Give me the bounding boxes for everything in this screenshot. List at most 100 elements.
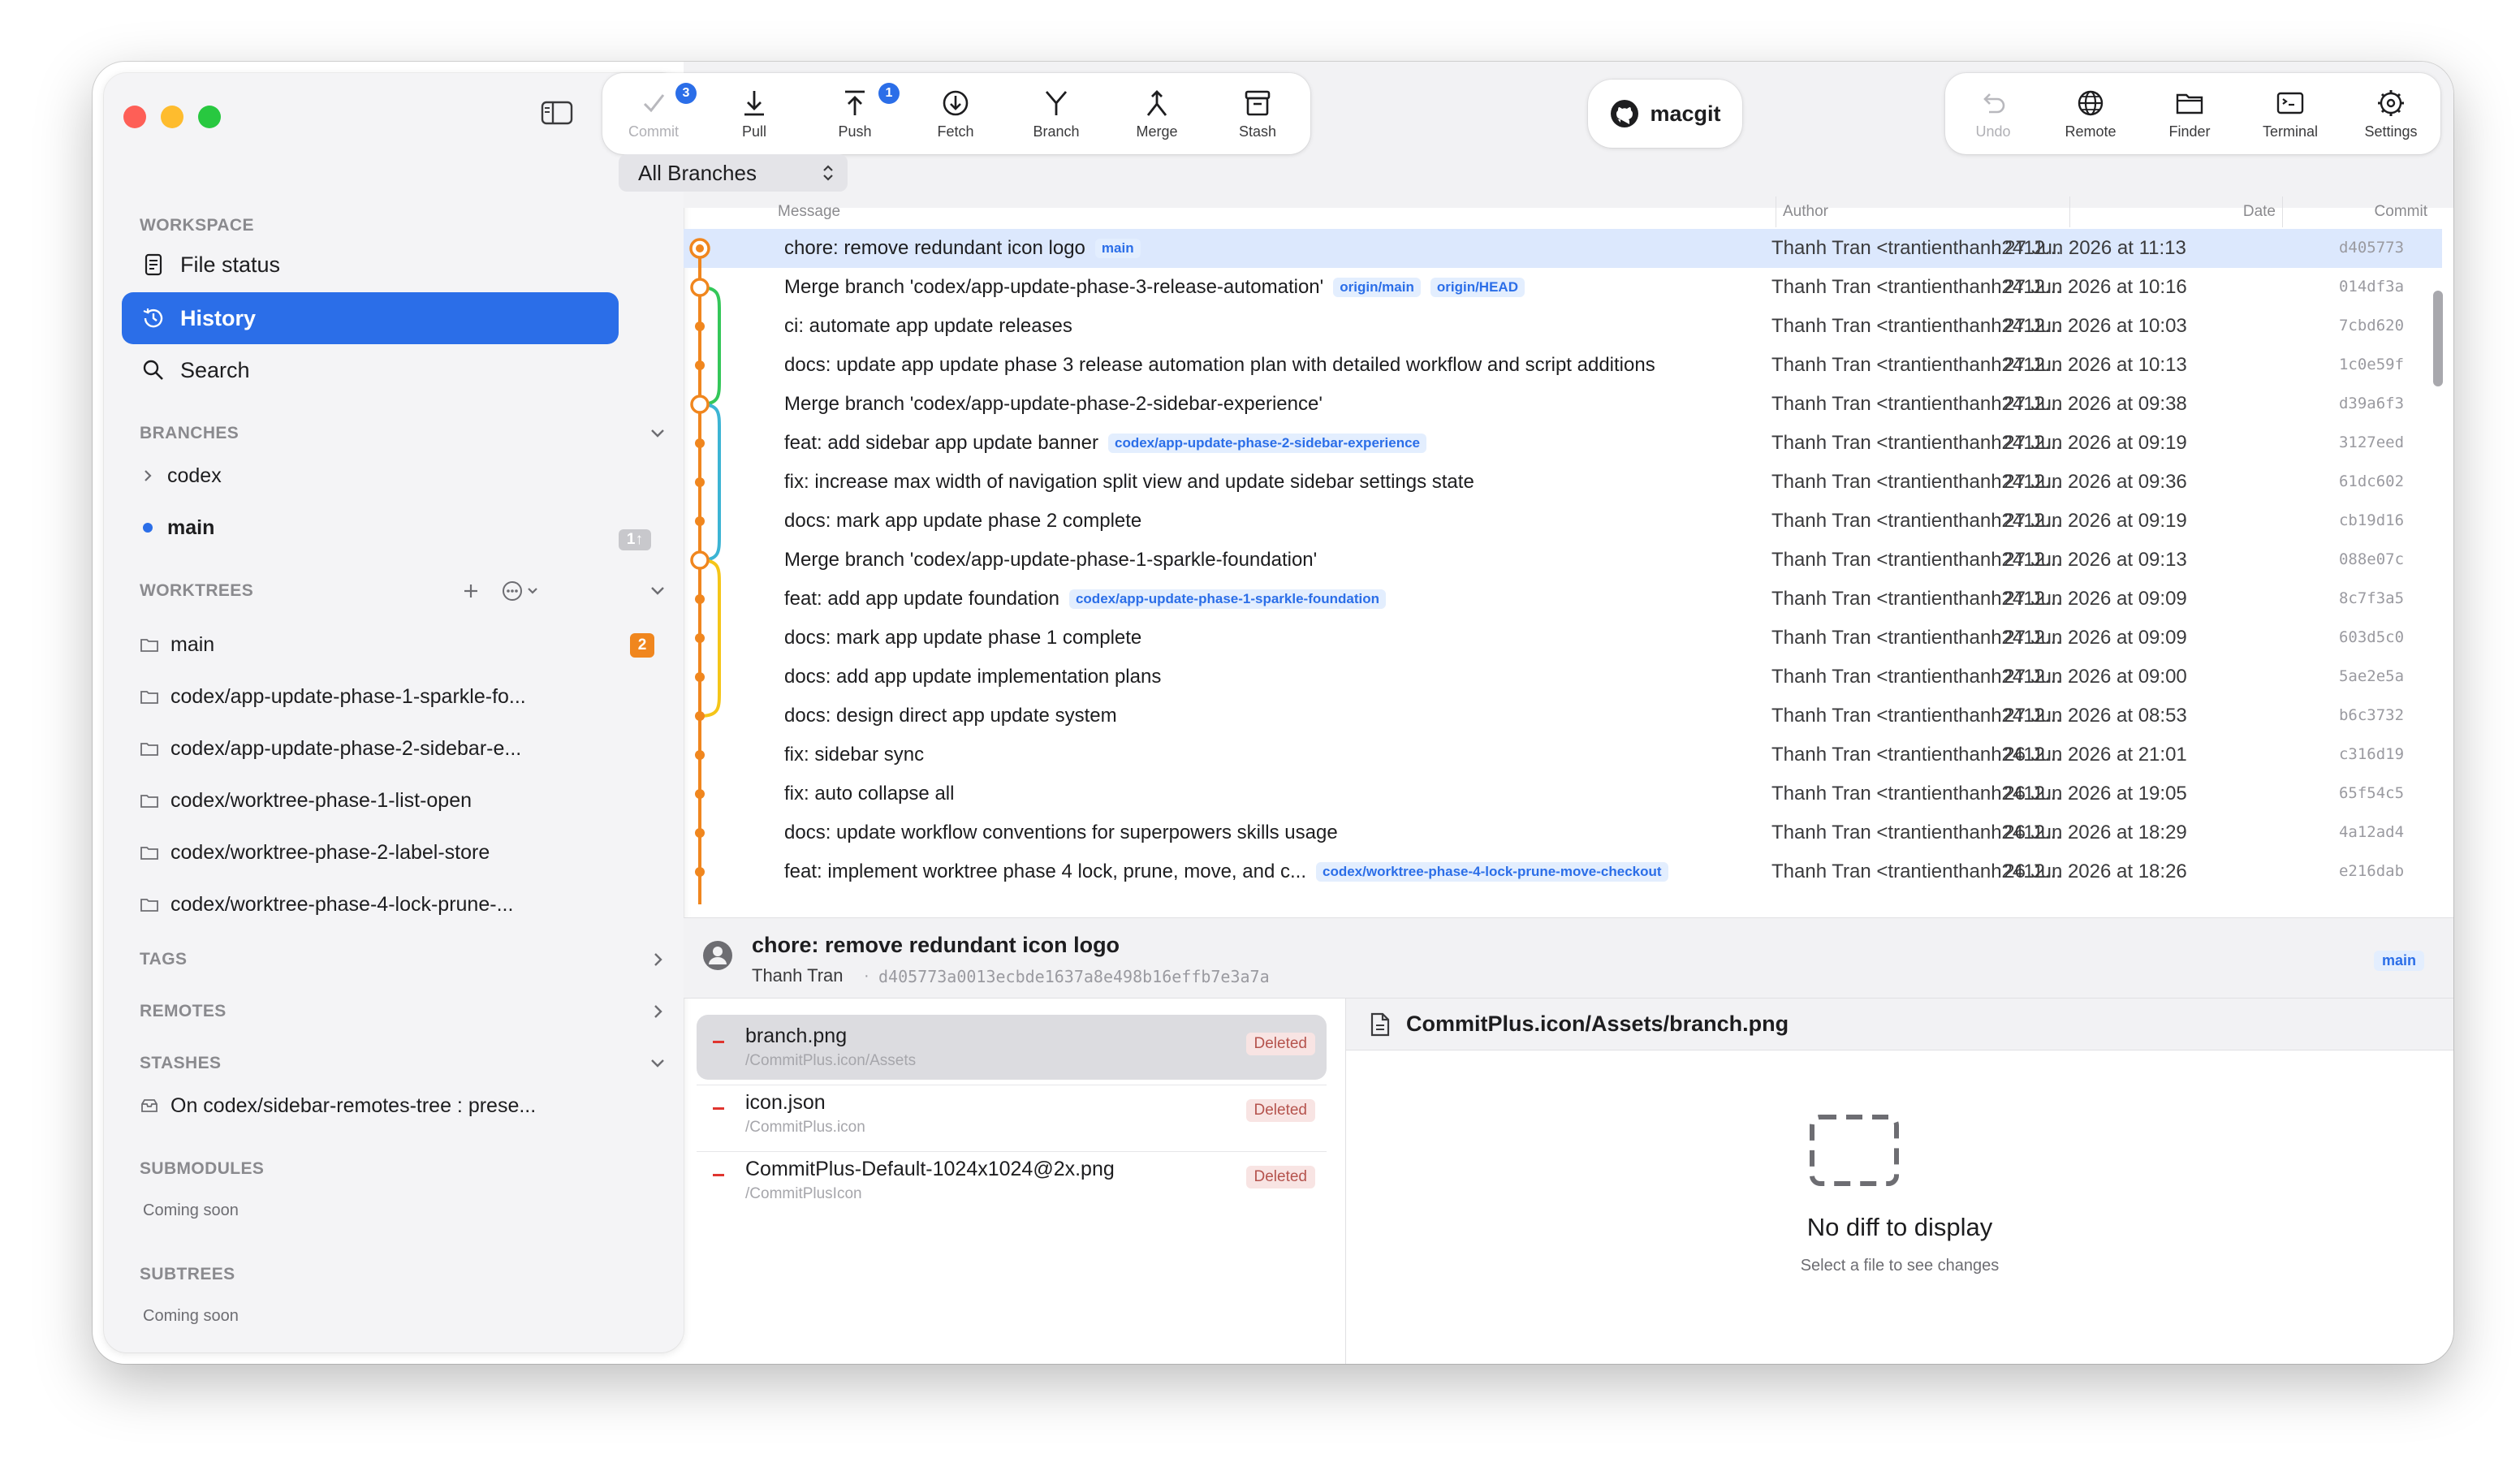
repository-switcher[interactable]: macgit xyxy=(1588,80,1742,148)
worktree-label: codex/app-update-phase-2-sidebar-e... xyxy=(170,736,522,760)
graph-commit-node xyxy=(695,477,705,487)
branch-item-main[interactable]: main xyxy=(140,510,627,546)
commit-row[interactable]: docs: design direct app update system Tha… xyxy=(684,697,2442,736)
add-worktree-icon[interactable] xyxy=(461,581,481,601)
fetch-button[interactable]: Fetch xyxy=(911,73,1000,154)
commit-message: docs: design direct app update system xyxy=(784,705,1117,727)
diff-file-header: CommitPlus.icon/Assets/branch.png xyxy=(1346,999,2453,1050)
branch-item-label: main xyxy=(167,515,215,539)
deleted-minus-icon xyxy=(713,1041,724,1043)
worktrees-collapse-chevron-icon[interactable] xyxy=(648,581,667,601)
toolbar-actions-group: Commit 3 Pull Push 1 Fetch Branch Merge … xyxy=(602,73,1310,154)
nav-history[interactable]: History xyxy=(122,292,619,344)
commit-row[interactable]: fix: increase max width of navigation sp… xyxy=(684,463,2442,502)
column-header-message[interactable]: Message xyxy=(684,196,1776,227)
commit-hash: b6c3732 xyxy=(2338,706,2405,724)
ref-badge: main xyxy=(1094,239,1141,258)
commit-row[interactable]: docs: mark app update phase 1 complete Th… xyxy=(684,619,2442,658)
worktree-item[interactable]: codex/worktree-phase-1-list-open xyxy=(140,783,627,818)
undo-button[interactable]: Undo xyxy=(1948,73,2038,154)
commit-hash: 088e07c xyxy=(2338,550,2405,568)
commit-row[interactable]: Merge branch 'codex/app-update-phase-1-s… xyxy=(684,541,2442,580)
stashes-header[interactable]: STASHES xyxy=(140,1054,221,1073)
search-icon xyxy=(143,360,163,380)
branches-collapse-chevron-icon[interactable] xyxy=(648,424,667,443)
worktree-item[interactable]: codex/worktree-phase-2-label-store xyxy=(140,835,627,870)
commit-row[interactable]: chore: remove redundant icon logo main Tha… xyxy=(684,229,2442,268)
sidebar-toggle-icon[interactable] xyxy=(541,101,573,125)
settings-button[interactable]: Settings xyxy=(2346,73,2436,154)
history-scrollbar[interactable] xyxy=(2431,229,2445,966)
commit-date: 27 Jun 2026 at 09:36 xyxy=(2004,471,2187,493)
tags-expand-chevron-icon[interactable] xyxy=(648,950,667,969)
commit-date: 26 Jun 2026 at 21:01 xyxy=(2004,744,2187,766)
submodules-coming-soon: Coming soon xyxy=(143,1201,239,1219)
stash-button[interactable]: Stash xyxy=(1213,73,1302,154)
pull-label: Pull xyxy=(741,123,766,140)
pull-button[interactable]: Pull xyxy=(710,73,799,154)
branch-filter-select[interactable]: All Branches xyxy=(619,154,848,192)
remote-button[interactable]: Remote xyxy=(2046,73,2135,154)
column-header-date[interactable]: Date xyxy=(2070,196,2283,227)
commit-date: 27 Jun 2026 at 09:09 xyxy=(2004,588,2187,610)
nav-search[interactable]: Search xyxy=(122,344,619,396)
scrollbar-thumb[interactable] xyxy=(2433,291,2443,386)
settings-label: Settings xyxy=(2364,123,2418,140)
commit-row[interactable]: ci: automate app update releases Thanh Tr… xyxy=(684,307,2442,346)
minimize-window-button[interactable] xyxy=(161,106,183,128)
commit-row[interactable]: fix: sidebar sync Thanh Tran <trantientha… xyxy=(684,736,2442,774)
folder-icon xyxy=(140,639,158,652)
commit-message-text: docs: mark app update phase 2 complete xyxy=(784,510,1142,532)
stashes-collapse-chevron-icon[interactable] xyxy=(648,1054,667,1073)
commit-date: 27 Jun 2026 at 10:13 xyxy=(2004,354,2187,376)
commit-message: ci: automate app update releases xyxy=(784,315,1072,338)
commit-row[interactable]: feat: implement worktree phase 4 lock, p… xyxy=(684,852,2442,891)
branch-filter-value: All Branches xyxy=(638,160,757,185)
ref-badge: origin/HEAD xyxy=(1430,278,1525,297)
commit-row[interactable]: Merge branch 'codex/app-update-phase-3-r… xyxy=(684,268,2442,307)
changed-file-row[interactable]: icon.json /CommitPlus.icon Deleted xyxy=(697,1081,1327,1146)
commit-message: docs: update workflow conventions for su… xyxy=(784,822,1338,844)
file-name: icon.json xyxy=(745,1091,826,1114)
close-window-button[interactable] xyxy=(123,106,146,128)
zoom-window-button[interactable] xyxy=(198,106,221,128)
worktree-label: codex/worktree-phase-4-lock-prune-... xyxy=(170,892,514,916)
branch-item-codex[interactable]: codex xyxy=(140,458,627,494)
remotes-header[interactable]: REMOTES xyxy=(140,1002,227,1021)
commit-row[interactable]: docs: update workflow conventions for su… xyxy=(684,813,2442,852)
globe-icon xyxy=(2078,90,2104,115)
worktree-item[interactable]: codex/worktree-phase-4-lock-prune-... xyxy=(140,886,627,922)
commit-row[interactable]: fix: auto collapse all Thanh Tran <tranti… xyxy=(684,774,2442,813)
worktree-label: codex/worktree-phase-1-list-open xyxy=(170,788,472,812)
changed-file-row[interactable]: CommitPlus-Default-1024x1024@2x.png /Com… xyxy=(697,1148,1327,1213)
terminal-button[interactable]: Terminal xyxy=(2246,73,2335,154)
graph-commit-node xyxy=(695,321,705,331)
tags-header[interactable]: TAGS xyxy=(140,950,187,969)
commit-message-text: docs: mark app update phase 1 complete xyxy=(784,627,1142,649)
commit-hash: cb19d16 xyxy=(2338,511,2405,529)
finder-button[interactable]: Finder xyxy=(2145,73,2234,154)
commit-row[interactable]: docs: update app update phase 3 release … xyxy=(684,346,2442,385)
column-header-commit[interactable]: Commit xyxy=(2283,196,2434,227)
terminal-label: Terminal xyxy=(2262,123,2319,140)
stash-item[interactable]: On codex/sidebar-remotes-tree : prese... xyxy=(140,1088,627,1124)
commit-row[interactable]: docs: mark app update phase 2 complete Th… xyxy=(684,502,2442,541)
commit-row[interactable]: feat: add sidebar app update banner codex… xyxy=(684,424,2442,463)
folder-icon xyxy=(2176,93,2203,114)
commit-row[interactable]: docs: add app update implementation plan… xyxy=(684,658,2442,697)
worktree-item[interactable]: codex/app-update-phase-1-sparkle-fo... xyxy=(140,679,627,714)
worktree-item[interactable]: codex/app-update-phase-2-sidebar-e... xyxy=(140,731,627,766)
worktree-more-options-icon[interactable] xyxy=(502,580,542,602)
commit-history-list[interactable]: chore: remove redundant icon logo main Tha… xyxy=(684,229,2442,969)
branch-button[interactable]: Branch xyxy=(1012,73,1101,154)
commit-row[interactable]: Merge branch 'codex/app-update-phase-2-s… xyxy=(684,385,2442,424)
merge-button[interactable]: Merge xyxy=(1112,73,1202,154)
changed-file-row[interactable]: branch.png /CommitPlus.icon/Assets Delet… xyxy=(697,1015,1327,1080)
worktree-item[interactable]: main xyxy=(140,627,627,662)
chevron-right-icon[interactable] xyxy=(140,468,156,484)
column-header-author[interactable]: Author xyxy=(1776,196,2070,227)
commit-row[interactable]: feat: add app update foundation codex/app… xyxy=(684,580,2442,619)
nav-file-status[interactable]: File status xyxy=(122,239,619,291)
commit-detail-hash[interactable]: d405773a0013ecbde1637a8e498b16effb7e3a7a xyxy=(878,967,1270,986)
remotes-expand-chevron-icon[interactable] xyxy=(648,1002,667,1021)
